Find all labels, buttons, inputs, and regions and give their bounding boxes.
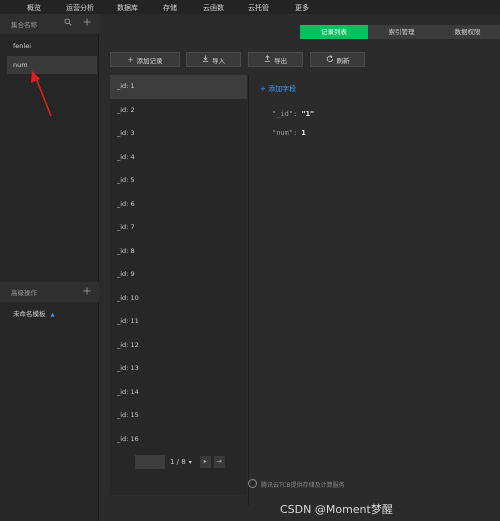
field-id[interactable]: "_id": "1" bbox=[272, 110, 314, 118]
record-row[interactable]: _id: 13 bbox=[110, 357, 247, 381]
record-row[interactable]: _id: 2 bbox=[110, 99, 247, 123]
footer-text: 腾讯云TCB提供存储及计算服务 bbox=[261, 482, 345, 489]
page-indicator: 1 / 8 bbox=[170, 458, 186, 466]
template-caret-icon: ▲ bbox=[50, 312, 55, 318]
nav-cloudrun[interactable]: 云托管 bbox=[248, 3, 269, 13]
refresh-button[interactable]: 刷新 bbox=[310, 52, 365, 67]
page-dropdown-icon[interactable]: ▾ bbox=[189, 459, 192, 466]
template-item[interactable]: 未命名模板 ▲ bbox=[13, 308, 54, 318]
record-row[interactable]: _id: 7 bbox=[110, 216, 247, 240]
add-field-label: 添加字段 bbox=[268, 85, 297, 93]
watermark: CSDN @Moment梦醒 bbox=[280, 503, 393, 516]
import-button[interactable]: 导入 bbox=[186, 52, 241, 67]
field-key: "num": bbox=[272, 129, 298, 137]
import-label: 导入 bbox=[212, 56, 225, 65]
record-row[interactable]: _id: 15 bbox=[110, 404, 247, 428]
record-row[interactable]: _id: 12 bbox=[110, 334, 247, 358]
record-row[interactable]: _id: 8 bbox=[110, 240, 247, 264]
nav-functions[interactable]: 云函数 bbox=[203, 3, 224, 13]
record-row[interactable]: _id: 16 bbox=[110, 428, 247, 452]
add-record-label: 添加记录 bbox=[136, 56, 163, 65]
advanced-title: 高级操作 bbox=[11, 289, 37, 297]
page-size-box[interactable] bbox=[135, 455, 165, 469]
record-row[interactable]: _id: 10 bbox=[110, 287, 247, 311]
field-value: 1 bbox=[301, 129, 306, 137]
nav-more[interactable]: 更多 bbox=[295, 3, 309, 13]
nav-storage[interactable]: 存储 bbox=[163, 3, 177, 13]
add-collection-icon[interactable] bbox=[83, 18, 91, 28]
plus-icon: + bbox=[127, 55, 134, 64]
add-template-icon[interactable] bbox=[83, 287, 91, 297]
advanced-header: 高级操作 bbox=[0, 282, 99, 302]
record-list: _id: 1 _id: 2 _id: 3 _id: 4 _id: 5 _id: … bbox=[110, 75, 247, 495]
cloud-logo-icon bbox=[248, 479, 257, 488]
collection-item-fenlei[interactable]: fenlei bbox=[7, 37, 97, 55]
tab-permissions[interactable]: 数据权限 bbox=[435, 25, 500, 39]
nav-overview[interactable]: 概览 bbox=[27, 3, 41, 13]
add-field-link[interactable]: + 添加字段 bbox=[260, 84, 296, 94]
field-num[interactable]: "num": 1 bbox=[272, 129, 306, 137]
search-icon[interactable] bbox=[64, 18, 72, 28]
record-row[interactable]: _id: 11 bbox=[110, 310, 247, 334]
nav-database[interactable]: 数据库 bbox=[117, 3, 138, 13]
pagination: 1 / 8 ▾ ▸ ⇥ bbox=[135, 455, 225, 469]
record-row[interactable]: _id: 6 bbox=[110, 193, 247, 217]
record-row[interactable]: _id: 14 bbox=[110, 381, 247, 405]
collections-header: 集合名称 bbox=[0, 14, 99, 34]
record-row[interactable]: _id: 4 bbox=[110, 146, 247, 170]
refresh-icon bbox=[326, 54, 334, 65]
tab-indexes[interactable]: 索引管理 bbox=[368, 25, 435, 39]
nav-analytics[interactable]: 运营分析 bbox=[66, 3, 94, 13]
export-button[interactable]: 导出 bbox=[248, 52, 303, 67]
view-tabs: 记录列表 索引管理 数据权限 bbox=[300, 25, 500, 39]
field-value: "1" bbox=[301, 110, 315, 118]
upload-icon bbox=[264, 55, 271, 64]
next-page-button[interactable]: ▸ bbox=[199, 456, 211, 468]
panel-divider bbox=[248, 75, 249, 505]
last-page-button[interactable]: ⇥ bbox=[213, 456, 225, 468]
record-row[interactable]: _id: 9 bbox=[110, 263, 247, 287]
record-row[interactable]: _id: 1 bbox=[110, 75, 247, 99]
add-record-button[interactable]: + 添加记录 bbox=[110, 52, 180, 67]
record-row[interactable]: _id: 3 bbox=[110, 122, 247, 146]
record-row[interactable]: _id: 5 bbox=[110, 169, 247, 193]
collections-title: 集合名称 bbox=[11, 21, 37, 29]
main-panel: 记录列表 索引管理 数据权限 + 添加记录 导入 导出 刷新 _id: 1 _i… bbox=[100, 14, 500, 521]
field-key: "_id": bbox=[272, 110, 298, 118]
annotation-arrow-icon bbox=[31, 71, 52, 117]
export-label: 导出 bbox=[274, 56, 287, 65]
template-item-label: 未命名模板 bbox=[13, 310, 46, 318]
refresh-label: 刷新 bbox=[336, 56, 350, 65]
plus-icon: + bbox=[260, 85, 269, 93]
tab-records[interactable]: 记录列表 bbox=[300, 25, 368, 39]
download-icon bbox=[202, 55, 209, 64]
top-nav: 概览 运营分析 数据库 存储 云函数 云托管 更多 bbox=[0, 0, 500, 14]
